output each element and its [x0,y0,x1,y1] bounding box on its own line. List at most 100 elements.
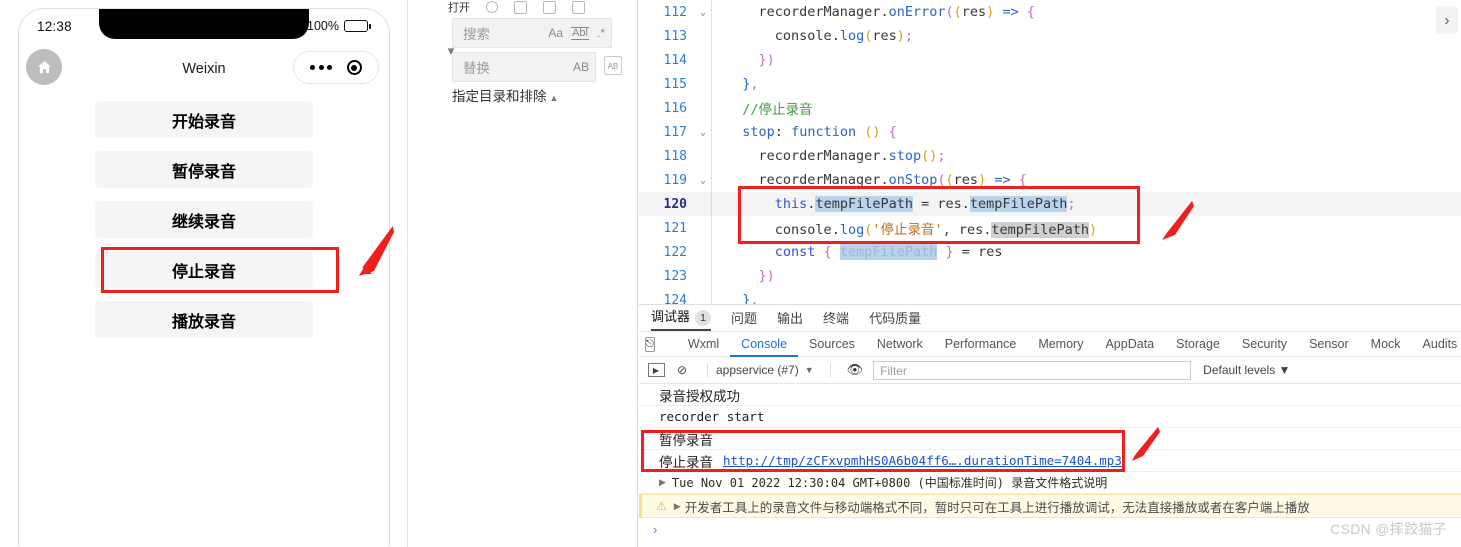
code-line[interactable]: 123 }) [639,264,1461,288]
phone-device-frame: 12:38 100% Weixin 开始录音 暂停录音 继续录音 停止录音 播放… [18,8,390,547]
console-log-text: 录音授权成功 [659,388,740,404]
devtools-top-tab[interactable]: 问题 [731,308,757,330]
page-title: Weixin [182,61,226,77]
toolbar-circle-icon[interactable] [486,1,498,13]
code-line[interactable]: 114 }) [639,48,1461,72]
code-line[interactable]: 117 ⌄ stop: function () { [639,120,1461,144]
gutter-divider [711,48,712,72]
code-line[interactable]: 116 //停止录音 [639,96,1461,120]
eye-icon[interactable]: 👁 [847,362,864,378]
devtools-panel-tab[interactable]: Sensor [1298,332,1360,357]
toolbar-more-icon[interactable] [572,0,585,14]
replace-input[interactable]: 替换 AB [452,52,596,82]
chevron-down-icon[interactable]: ▾ [444,44,458,58]
code-line[interactable]: 118 recorderManager.stop(); [639,144,1461,168]
filterbar-separator-1 [707,363,708,377]
code-line[interactable]: 119 ⌄ recorderManager.onStop((res) => { [639,168,1461,192]
console-context-selector[interactable]: appservice (#7) [716,363,799,377]
replace-all-icon[interactable]: AB [604,56,622,75]
resume-record-button[interactable]: 继续录音 [95,201,313,238]
code-line[interactable]: 112 ⌄ recorderManager.onError((res) => { [639,0,1461,24]
toolbar-collapse-icon[interactable] [514,0,527,14]
home-icon[interactable] [26,49,62,85]
devtools-panel-tab[interactable]: Wxml [677,332,730,357]
gutter-divider [711,96,712,120]
search-input[interactable]: 搜索 Aa Abl .* [452,18,612,48]
code-line[interactable]: 113 console.log(res); [639,24,1461,48]
include-exclude-toggle[interactable]: 指定目录和排除 ▲ [452,85,558,105]
gutter-divider [711,216,712,240]
code-line[interactable]: 121 console.log('停止录音', res.tempFilePath… [639,216,1461,240]
line-number: 113 [663,28,687,44]
code-text: this.tempFilePath = res.tempFilePath; [774,196,1076,212]
devtools-panel-tab[interactable]: Memory [1027,332,1094,357]
watermark: CSDN @摔跤猫子 [1330,521,1447,537]
line-number: 112 [663,4,687,20]
log-levels-selector[interactable]: Default levels ▼ [1203,363,1290,377]
code-line[interactable]: 122 const { tempFilePath } = res [639,240,1461,264]
more-dots-icon[interactable] [310,65,333,70]
whole-word-icon[interactable]: Abl [571,26,589,40]
search-input-placeholder: 搜索 [463,27,490,42]
search-replace-panel: 打开 搜索 Aa Abl .* 替换 AB AB 指定目录和排除 ▲ [438,0,638,547]
clear-console-icon[interactable]: ⊘ [673,362,691,378]
gutter-divider [711,168,712,192]
weixin-capsule[interactable] [293,51,379,84]
expand-triangle-icon[interactable]: ▶ [659,477,666,488]
code-text: }) [758,52,775,68]
preserve-case-icon[interactable]: AB [573,60,589,74]
pause-record-button[interactable]: 暂停录音 [95,151,313,188]
devtools-panel-tab[interactable]: Sources [798,332,866,357]
panel-mini-toolbar[interactable]: 打开 [438,0,637,14]
devtools-top-tab-label: 终端 [823,310,850,326]
devtools-panel-tab[interactable]: Security [1231,332,1298,357]
devtools-panel-tab[interactable]: AppData [1094,332,1165,357]
code-line[interactable]: 115 }, [639,72,1461,96]
start-record-button[interactable]: 开始录音 [95,101,313,138]
devtools-top-tab[interactable]: 代码质量 [869,308,921,330]
code-text: }) [758,268,775,284]
fold-chevron-icon[interactable]: ⌄ [695,7,711,18]
code-text: recorderManager.onStop((res) => { [758,172,1027,188]
devtools-top-tab[interactable]: 调试器 1 [651,306,712,331]
toolbar-window-icon[interactable] [543,0,556,14]
devtools-top-tab[interactable]: 终端 [823,308,849,330]
match-case-icon[interactable]: Aa [548,26,563,40]
gutter-divider [711,144,712,168]
line-number: 119 [663,172,687,188]
console-log-row: 录音授权成功 [639,384,1461,406]
resume-record-label: 继续录音 [171,213,236,231]
devtools-panel-tab[interactable]: Mock [1360,332,1412,357]
code-line[interactable]: 120 this.tempFilePath = res.tempFilePath… [639,192,1461,216]
devtools-top-tab-label: 输出 [777,310,804,326]
code-line[interactable]: 124 }, [639,288,1461,305]
expand-panel-chevron-icon[interactable]: › [1436,6,1458,34]
gutter-divider [711,264,712,288]
devtools-panel-tab[interactable]: Performance [934,332,1028,357]
target-circle-icon[interactable] [346,60,362,75]
fold-chevron-icon[interactable]: ⌄ [695,127,711,138]
step-over-icon[interactable]: ▶ [647,362,665,378]
inspect-cursor-icon[interactable]: ⎋ [645,336,655,352]
devtools-panel-tab[interactable]: Audits [1412,332,1461,357]
warning-expand-triangle-icon[interactable]: ▶ [674,501,681,512]
fold-chevron-icon[interactable]: ⌄ [695,175,711,186]
console-filter-input[interactable]: Filter [873,360,1192,380]
code-editor[interactable]: 112 ⌄ recorderManager.onError((res) => {1… [639,0,1461,305]
mini-toolbar-label[interactable]: 打开 [448,0,470,14]
console-log-link[interactable]: http://tmp/zCFxvpmhHS0A6b04ff6….duration… [723,453,1122,468]
phone-navbar: Weixin [19,43,389,95]
devtools-top-tab[interactable]: 输出 [777,308,803,330]
status-right: 100% [307,19,371,33]
regex-icon[interactable]: .* [597,26,605,40]
gutter-divider [711,72,712,96]
collapse-caret-icon: ▲ [549,93,559,103]
stop-record-label: 停止录音 [171,263,236,281]
context-caret-icon[interactable]: ▼ [805,365,814,375]
play-record-button[interactable]: 播放录音 [95,301,313,338]
console-log-row: 暂停录音 [639,428,1461,450]
devtools-panel-tab[interactable]: Console [730,332,799,357]
stop-record-button[interactable]: 停止录音 [95,251,313,288]
devtools-panel-tab[interactable]: Storage [1165,332,1231,357]
devtools-panel-tab[interactable]: Network [866,332,934,357]
